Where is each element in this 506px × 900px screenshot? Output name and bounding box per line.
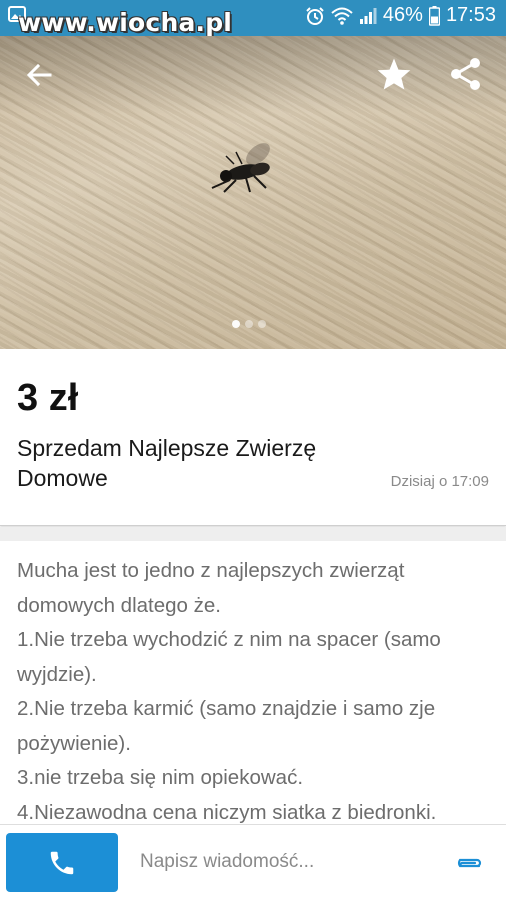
wifi-icon xyxy=(331,7,353,25)
alarm-icon xyxy=(305,6,325,26)
back-arrow-icon xyxy=(26,63,52,87)
favorite-button[interactable] xyxy=(374,54,414,94)
watermark: www.wiocha.pl xyxy=(18,8,233,37)
description-line: 2.Nie trzeba karmić (samo znajdzie i sam… xyxy=(17,697,436,755)
fly-image xyxy=(206,132,282,201)
status-bar: www.wiocha.pl 46% 17:53 xyxy=(0,0,506,37)
battery-level: 46% xyxy=(382,4,423,26)
share-button[interactable] xyxy=(446,54,486,94)
section-divider xyxy=(0,527,506,541)
price: 3 zł xyxy=(17,377,79,419)
attachment-icon xyxy=(457,858,482,868)
pager-dot[interactable] xyxy=(245,320,253,328)
phone-icon xyxy=(50,851,74,874)
description-line: Mucha jest to jedno z najlepszych zwierz… xyxy=(17,559,405,617)
signal-icon xyxy=(359,7,377,25)
star-icon xyxy=(377,58,411,90)
back-button[interactable] xyxy=(22,58,56,92)
posted-date: Dzisiaj o 17:09 xyxy=(390,473,489,490)
description-line: 3.nie trzeba się nim opiekować. xyxy=(17,766,304,789)
share-icon xyxy=(451,58,480,90)
call-button[interactable] xyxy=(6,833,118,892)
listing-photo[interactable] xyxy=(0,36,506,349)
listing-description: Mucha jest to jedno z najlepszych zwierz… xyxy=(17,554,497,830)
description-line: 1.Nie trzeba wychodzić z nim na spacer (… xyxy=(17,628,441,686)
attach-button[interactable] xyxy=(450,849,484,877)
listing-header: 3 zł Sprzedam Najlepsze Zwierzę Domowe D… xyxy=(0,349,506,526)
clock: 17:53 xyxy=(445,4,496,26)
listing-title: Sprzedam Najlepsze Zwierzę Domowe xyxy=(17,435,317,491)
contact-bar xyxy=(0,824,506,900)
image-pager[interactable] xyxy=(232,320,266,328)
pager-dot[interactable] xyxy=(232,320,240,328)
battery-icon xyxy=(428,5,440,26)
pager-dot[interactable] xyxy=(258,320,266,328)
message-input[interactable] xyxy=(130,841,430,883)
